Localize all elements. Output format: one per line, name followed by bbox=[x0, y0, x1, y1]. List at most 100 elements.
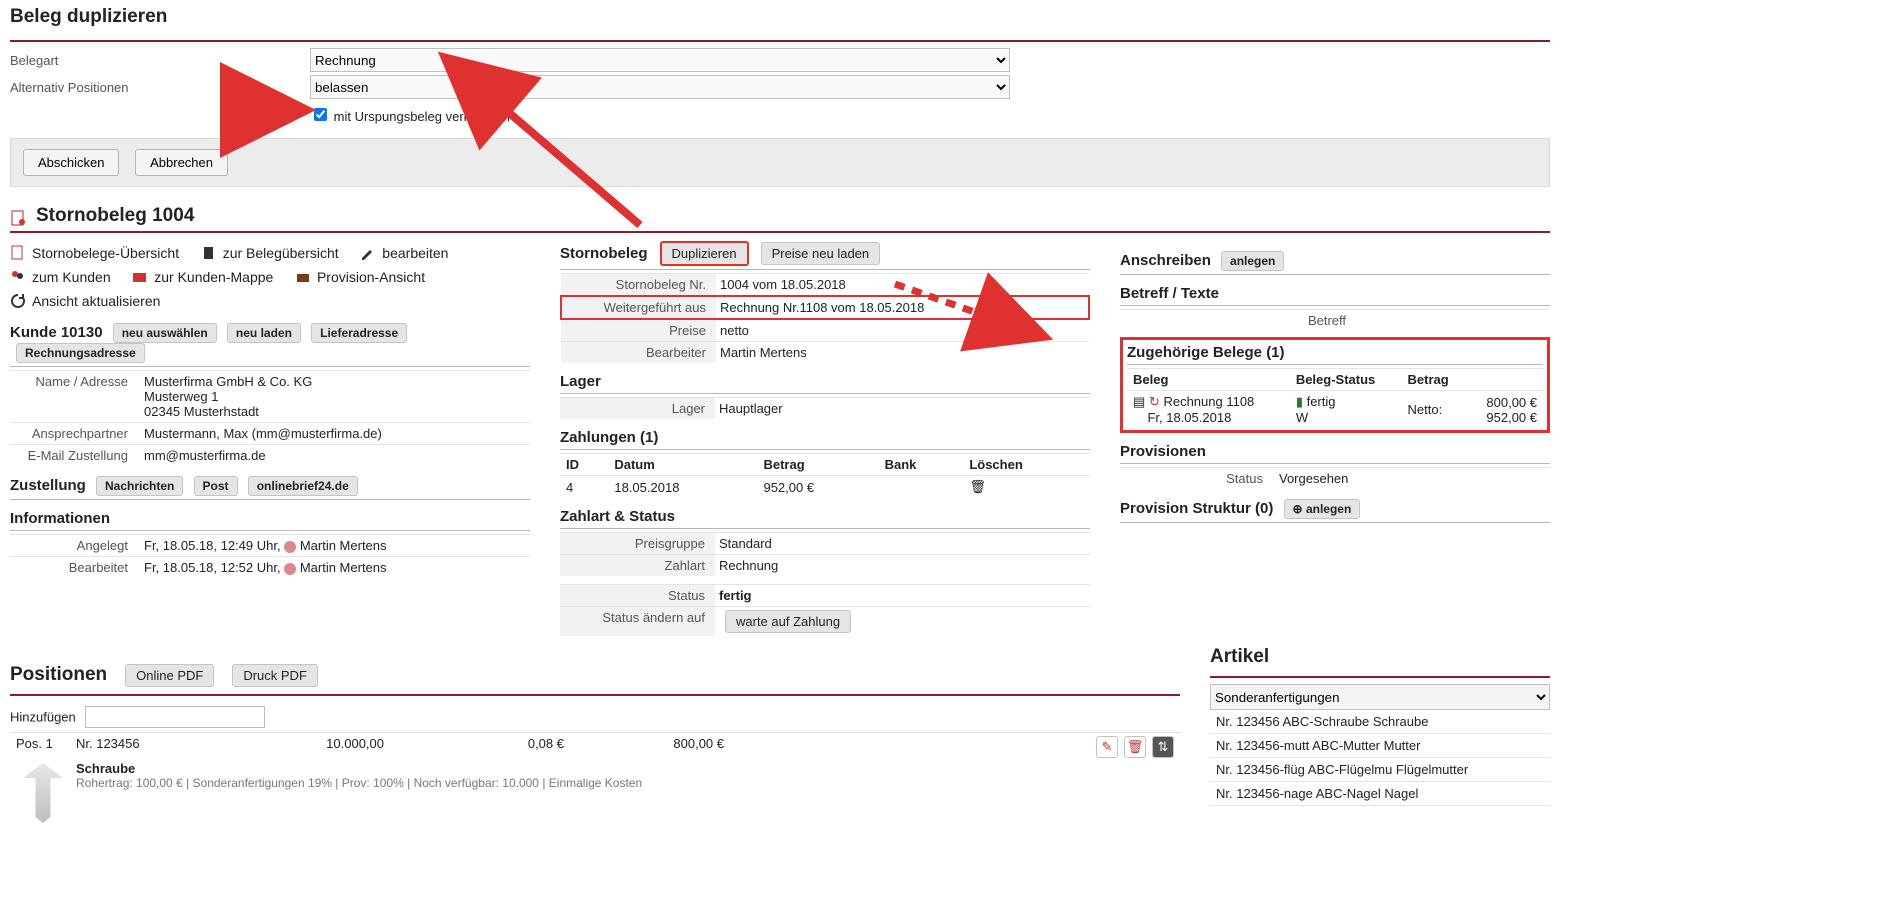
th-belegstatus: Beleg-Status bbox=[1290, 369, 1402, 391]
email-label: E-Mail Zustellung bbox=[10, 445, 140, 467]
st-value: fertig bbox=[715, 585, 1090, 607]
ps-heading: Provision Struktur (0) bbox=[1120, 500, 1273, 517]
hinzu-label: Hinzufügen bbox=[10, 710, 76, 725]
avatar-icon bbox=[284, 563, 296, 575]
za-value: Rechnung bbox=[715, 555, 1090, 577]
sbnr-label: Stornobeleg Nr. bbox=[561, 274, 716, 297]
folder-icon bbox=[132, 269, 148, 285]
za-label: Zahlart bbox=[560, 555, 715, 577]
hinzu-input[interactable] bbox=[85, 706, 265, 728]
link-provision[interactable]: Provision-Ansicht bbox=[295, 269, 425, 285]
clipboard-icon bbox=[10, 210, 26, 226]
pos-number: Pos. 1 bbox=[10, 736, 70, 751]
angelegt-value: Fr, 18.05.18, 12:49 Uhr, Martin Mertens bbox=[140, 535, 530, 557]
th-bank: Bank bbox=[879, 454, 964, 476]
pos-menge: 10.000,00 bbox=[190, 736, 390, 751]
belegart-select[interactable]: Rechnung bbox=[310, 48, 1010, 72]
doc-icon: ▤ bbox=[1133, 394, 1145, 409]
lager-label: Lager bbox=[560, 398, 715, 420]
pos-nr: Nr. 123456 bbox=[70, 736, 190, 751]
bt-heading: Betreff / Texte bbox=[1120, 285, 1550, 302]
refresh-icon bbox=[10, 293, 26, 309]
payment-row: 4 18.05.2018 952,00 € 🗑 bbox=[560, 476, 1090, 499]
artikel-item[interactable]: Nr. 123456-flüg ABC-Flügelmu Flügelmutte… bbox=[1210, 758, 1550, 782]
artikel-heading: Artikel bbox=[1210, 646, 1550, 672]
th-loeschen: Löschen bbox=[963, 454, 1090, 476]
sa-label: Status ändern auf bbox=[560, 607, 715, 637]
th-datum: Datum bbox=[608, 454, 757, 476]
link-origin-label: mit Urspungsbeleg verknüpfen bbox=[334, 109, 510, 124]
avatar-icon bbox=[284, 541, 296, 553]
btn-anlegen-anschreiben[interactable]: anlegen bbox=[1221, 251, 1284, 271]
zustellung-heading: Zustellung bbox=[10, 477, 86, 494]
pos-detail: Rohertrag: 100,00 € | Sonderanfertigunge… bbox=[76, 776, 642, 790]
zs-heading: Zahlart & Status bbox=[560, 508, 1090, 525]
altpos-label: Alternativ Positionen bbox=[10, 80, 310, 95]
link-edit[interactable]: bearbeiten bbox=[360, 245, 448, 261]
bearb-label: Bearbeiter bbox=[561, 342, 716, 364]
preise-label: Preise bbox=[561, 319, 716, 342]
link-refresh[interactable]: Ansicht aktualisieren bbox=[10, 293, 160, 309]
wf-value: Rechnung Nr.1108 vom 18.05.2018 bbox=[716, 296, 1089, 319]
btn-post[interactable]: Post bbox=[194, 476, 238, 496]
pos-preis: 0,08 € bbox=[390, 736, 570, 751]
users-icon bbox=[10, 269, 26, 285]
link-customer[interactable]: zum Kunden bbox=[10, 269, 111, 285]
edit-icon[interactable]: ✎ bbox=[1096, 736, 1118, 758]
pos-name: Schraube bbox=[76, 761, 135, 776]
submit-button[interactable]: Abschicken bbox=[23, 149, 119, 176]
clipboard-small-icon bbox=[201, 245, 217, 261]
storno-title: Stornobeleg 1004 bbox=[36, 205, 194, 231]
btn-onlinepdf[interactable]: Online PDF bbox=[125, 664, 214, 687]
trash-icon[interactable]: 🗑 bbox=[969, 479, 986, 494]
link-belegoverview[interactable]: zur Belegübersicht bbox=[201, 245, 339, 261]
link-origin-checkbox[interactable] bbox=[314, 108, 327, 121]
btn-preise-neu[interactable]: Preise neu laden bbox=[761, 242, 881, 265]
th-beleg: Beleg bbox=[1127, 369, 1290, 391]
cancel-button[interactable]: Abbrechen bbox=[135, 149, 228, 176]
btn-neu-laden[interactable]: neu laden bbox=[227, 323, 301, 343]
bearb-value: Martin Mertens bbox=[716, 342, 1089, 364]
btn-rechnungsadresse[interactable]: Rechnungsadresse bbox=[16, 343, 145, 363]
ap-label: Ansprechpartner bbox=[10, 423, 140, 445]
th-id: ID bbox=[560, 454, 608, 476]
briefcase-icon bbox=[295, 269, 311, 285]
btn-neu-auswaehlen[interactable]: neu auswählen bbox=[113, 323, 217, 343]
stornobeleg-heading: Stornobeleg bbox=[560, 245, 648, 262]
prov-heading: Provisionen bbox=[1120, 443, 1550, 460]
wf-label: Weitergeführt aus bbox=[561, 296, 716, 319]
btn-duplizieren[interactable]: Duplizieren bbox=[660, 241, 749, 266]
artikel-item[interactable]: Nr. 123456-mutt ABC-Mutter Mutter bbox=[1210, 734, 1550, 758]
ap-value: Mustermann, Max (mm@musterfirma.de) bbox=[140, 423, 530, 445]
dup-title: Beleg duplizieren bbox=[10, 6, 1550, 32]
altpos-select[interactable]: belassen bbox=[310, 75, 1010, 99]
zg-heading: Zugehörige Belege (1) bbox=[1127, 344, 1543, 361]
artikel-item[interactable]: Nr. 123456 ABC-Schraube Schraube bbox=[1210, 710, 1550, 734]
lager-heading: Lager bbox=[560, 373, 1090, 390]
artikel-category-select[interactable]: Sonderanfertigungen bbox=[1210, 684, 1550, 710]
st-label: Status bbox=[560, 585, 715, 607]
sbnr-value: 1004 vom 18.05.2018 bbox=[716, 274, 1089, 297]
btn-status-warte[interactable]: warte auf Zahlung bbox=[725, 610, 851, 633]
plus-icon: ⊕ bbox=[1293, 502, 1303, 516]
page-icon bbox=[10, 245, 26, 261]
link-overview[interactable]: Stornobelege-Übersicht bbox=[10, 245, 179, 261]
info-heading: Informationen bbox=[10, 510, 530, 527]
btn-druckpdf[interactable]: Druck PDF bbox=[232, 664, 318, 687]
move-icon[interactable]: ⇅ bbox=[1152, 736, 1174, 758]
related-doc-row[interactable]: ▤ ↻ Rechnung 1108 Fr, 18.05.2018 ▮ ferti… bbox=[1127, 391, 1543, 429]
bearbeitet-label: Bearbeitet bbox=[10, 557, 140, 579]
btn-nachrichten[interactable]: Nachrichten bbox=[96, 476, 183, 496]
btn-onlinebrief[interactable]: onlinebrief24.de bbox=[248, 476, 358, 496]
artikel-item[interactable]: Nr. 123456-nage ABC-Nagel Nagel bbox=[1210, 782, 1550, 806]
pg-label: Preisgruppe bbox=[560, 533, 715, 555]
delete-icon[interactable]: 🗑 bbox=[1124, 736, 1146, 758]
btn-lieferadresse[interactable]: Lieferadresse bbox=[311, 323, 407, 343]
prov-label: Status bbox=[1120, 468, 1275, 490]
link-customer-folder[interactable]: zur Kunden-Mappe bbox=[132, 269, 273, 285]
preise-value: netto bbox=[716, 319, 1089, 342]
kunde-heading: Kunde 10130 bbox=[10, 324, 103, 341]
product-image bbox=[18, 763, 68, 823]
bt-label: Betreff bbox=[1120, 310, 1542, 332]
btn-anlegen-ps[interactable]: ⊕ anlegen bbox=[1284, 499, 1361, 519]
